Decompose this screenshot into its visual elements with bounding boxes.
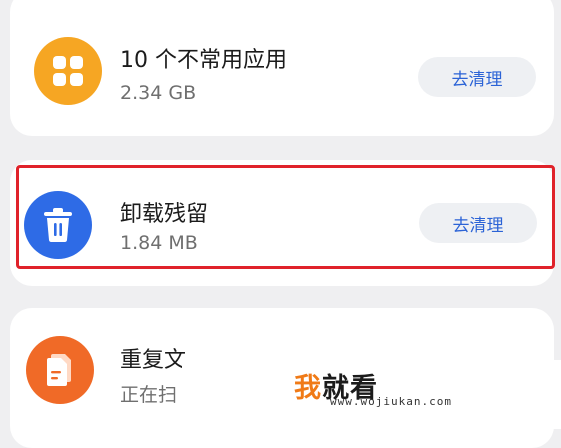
unused-apps-title: 10 个不常用应用: [120, 48, 287, 73]
card-unused-apps: 10 个不常用应用 2.34 GB 去清理: [10, 0, 554, 136]
highlight-box: [16, 165, 555, 269]
unused-apps-size: 2.34 GB: [120, 82, 197, 104]
duplicate-files-title: 重复文: [120, 348, 187, 373]
clean-unused-apps-button[interactable]: 去清理: [418, 57, 536, 97]
apps-grid-icon: [34, 37, 102, 105]
document-icon: [26, 336, 94, 404]
watermark-url: www.wojiukan.com: [330, 395, 452, 408]
watermark: 我就看 www.wojiukan.com: [182, 360, 561, 429]
duplicate-files-status: 正在扫: [120, 384, 178, 406]
